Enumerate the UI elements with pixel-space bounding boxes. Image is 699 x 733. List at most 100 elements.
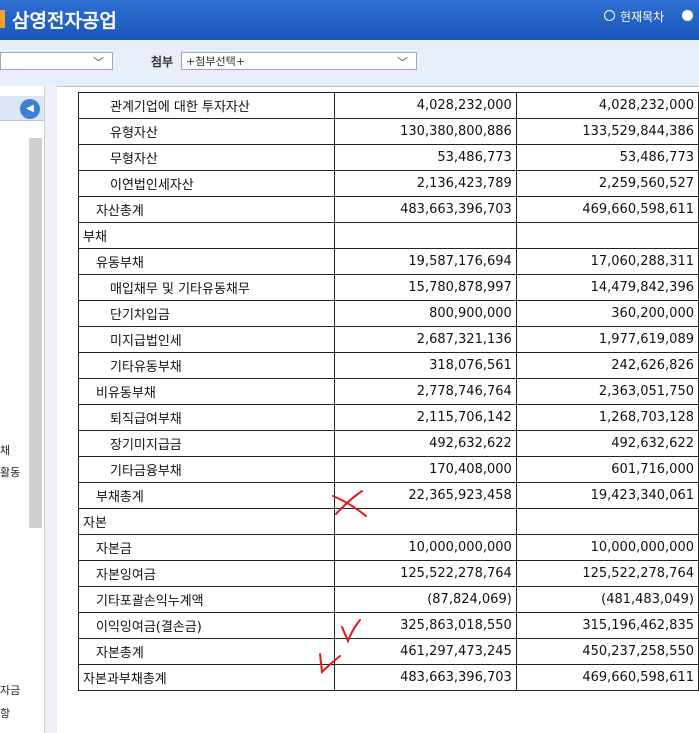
collapse-panel-icon[interactable]: ◀ <box>20 99 40 119</box>
current-period-value: (87,824,069) <box>333 586 517 613</box>
prior-period-value: 2,259,560,527 <box>515 170 699 197</box>
prior-period-value: 133,529,844,386 <box>515 118 699 145</box>
row-label: 비유동부채 <box>78 378 335 405</box>
current-period-value: 318,076,561 <box>333 352 517 379</box>
current-period-value: 461,297,473,245 <box>333 638 517 665</box>
app-header: 삼영전자공업 현재목차 <box>0 0 699 40</box>
prior-period-value: 360,200,000 <box>515 300 699 327</box>
table-row: 이연법인세자산 2,136,423,789 2,259,560,527 <box>78 170 699 197</box>
row-label: 자본잉여금 <box>78 560 335 587</box>
prior-period-value: 601,716,000 <box>515 456 699 483</box>
table-row: 자본과부채총계 483,663,396,703 469,660,598,611 <box>78 664 699 691</box>
table-row: 부채 <box>78 222 699 249</box>
current-period-value: 125,522,278,764 <box>333 560 517 587</box>
table-row: 기타포괄손익누계액 (87,824,069) (481,483,049) <box>78 586 699 613</box>
current-period-value: 800,900,000 <box>333 300 517 327</box>
prior-period-value: 1,268,703,128 <box>515 404 699 431</box>
table-row: 자본총계 461,297,473,245 450,237,258,550 <box>78 638 699 665</box>
row-label: 부채 <box>78 222 335 249</box>
toc-panel: ◀ 채 활동 자금 항 <box>0 86 44 733</box>
current-period-value <box>333 508 517 535</box>
row-label: 기타포괄손익누계액 <box>78 586 335 613</box>
toc-item[interactable]: 항 <box>0 705 10 721</box>
row-label: 퇴직급여부채 <box>78 404 335 431</box>
current-period-value: 325,863,018,550 <box>333 612 517 639</box>
table-row: 자산총계 483,663,396,703 469,660,598,611 <box>78 196 699 223</box>
attach-select[interactable]: +첨부선택+ ﹀ <box>181 52 417 70</box>
table-row: 유형자산 130,380,800,886 133,529,844,386 <box>78 118 699 145</box>
row-label: 무형자산 <box>78 144 335 171</box>
table-row: 단기차입금 800,900,000 360,200,000 <box>78 300 699 327</box>
row-label: 관계기업에 대한 투자자산 <box>78 92 335 119</box>
current-period-value: 22,365,923,458 <box>333 482 517 509</box>
attach-label: 첨부 <box>151 55 174 69</box>
row-label: 자본금 <box>78 534 335 561</box>
financial-table: 관계기업에 대한 투자자산 4,028,232,000 4,028,232,000 유… <box>78 92 699 691</box>
prior-period-value: 2,363,051,750 <box>515 378 699 405</box>
table-row: 유동부채 19,587,176,694 17,060,288,311 <box>78 248 699 275</box>
current-period-value: 2,136,423,789 <box>333 170 517 197</box>
prior-period-value: 17,060,288,311 <box>515 248 699 275</box>
current-period-value: 130,380,800,886 <box>333 118 517 145</box>
current-period-value: 10,000,000,000 <box>333 534 517 561</box>
table-row: 기타금융부채 170,408,000 601,716,000 <box>78 456 699 483</box>
table-row: 부채총계 22,365,923,458 19,423,340,061 <box>78 482 699 509</box>
toc-item[interactable]: 자금 <box>0 682 20 698</box>
table-row: 미지급법인세 2,687,321,136 1,977,619,089 <box>78 326 699 353</box>
row-label: 매입채무 및 기타유동채무 <box>78 274 335 301</box>
row-label: 자본과부채총계 <box>78 664 335 691</box>
table-row: 퇴직급여부채 2,115,706,142 1,268,703,128 <box>78 404 699 431</box>
chevron-down-icon: ﹀ <box>93 56 104 69</box>
prior-period-value: 492,632,622 <box>515 430 699 457</box>
document-select[interactable]: ﹀ <box>0 52 113 70</box>
row-label: 기타유동부채 <box>78 352 335 379</box>
table-row: 비유동부채 2,778,746,764 2,363,051,750 <box>78 378 699 405</box>
prior-period-value: 315,196,462,835 <box>515 612 699 639</box>
prior-period-value: 1,977,619,089 <box>515 326 699 353</box>
row-label: 자본 <box>78 508 335 535</box>
table-row: 무형자산 53,486,773 53,486,773 <box>78 144 699 171</box>
prior-period-value: 14,479,842,396 <box>515 274 699 301</box>
table-row: 자본금 10,000,000,000 10,000,000,000 <box>78 534 699 561</box>
row-label: 이익잉여금(결손금) <box>78 612 335 639</box>
prior-period-value: 469,660,598,611 <box>515 664 699 691</box>
prior-period-value: 125,522,278,764 <box>515 560 699 587</box>
panel-divider[interactable] <box>44 86 57 733</box>
prior-period-value <box>515 508 699 535</box>
prior-period-value: 242,626,826 <box>515 352 699 379</box>
row-label: 기타금융부채 <box>78 456 335 483</box>
table-row: 기타유동부채 318,076,561 242,626,826 <box>78 352 699 379</box>
row-label: 미지급법인세 <box>78 326 335 353</box>
other-radio[interactable] <box>682 10 693 21</box>
toc-item[interactable]: 활동 <box>0 464 20 480</box>
prior-period-value: 450,237,258,550 <box>515 638 699 665</box>
prior-period-value: 469,660,598,611 <box>515 196 699 223</box>
prior-period-value: 4,028,232,000 <box>515 92 699 119</box>
row-label: 이연법인세자산 <box>78 170 335 197</box>
toc-scrollbar[interactable] <box>29 138 42 528</box>
current-period-value: 53,486,773 <box>333 144 517 171</box>
table-row: 관계기업에 대한 투자자산 4,028,232,000 4,028,232,000 <box>78 92 699 119</box>
current-period-value: 4,028,232,000 <box>333 92 517 119</box>
row-label: 부채총계 <box>78 482 335 509</box>
current-toc-radio[interactable] <box>604 10 615 21</box>
prior-period-value: 19,423,340,061 <box>515 482 699 509</box>
prior-period-value: 10,000,000,000 <box>515 534 699 561</box>
chevron-down-icon: ﹀ <box>397 56 408 69</box>
table-row: 매입채무 및 기타유동채무 15,780,878,997 14,479,842,39… <box>78 274 699 301</box>
current-period-value: 2,115,706,142 <box>333 404 517 431</box>
table-row: 장기미지급금 492,632,622 492,632,622 <box>78 430 699 457</box>
row-label: 자산총계 <box>78 196 335 223</box>
row-label: 자본총계 <box>78 638 335 665</box>
current-toc-label: 현재목차 <box>620 10 665 24</box>
row-label: 장기미지급금 <box>78 430 335 457</box>
toc-item[interactable]: 채 <box>0 442 10 458</box>
row-label: 유동부채 <box>78 248 335 275</box>
company-title: 삼영전자공업 <box>12 10 117 32</box>
table-row: 이익잉여금(결손금) 325,863,018,550 315,196,462,835 <box>78 612 699 639</box>
attach-select-value: +첨부선택+ <box>186 55 245 68</box>
row-label: 유형자산 <box>78 118 335 145</box>
header-accent <box>0 10 5 28</box>
balance-sheet-table: 관계기업에 대한 투자자산 4,028,232,000 4,028,232,000 유… <box>78 92 699 691</box>
current-period-value <box>333 222 517 249</box>
